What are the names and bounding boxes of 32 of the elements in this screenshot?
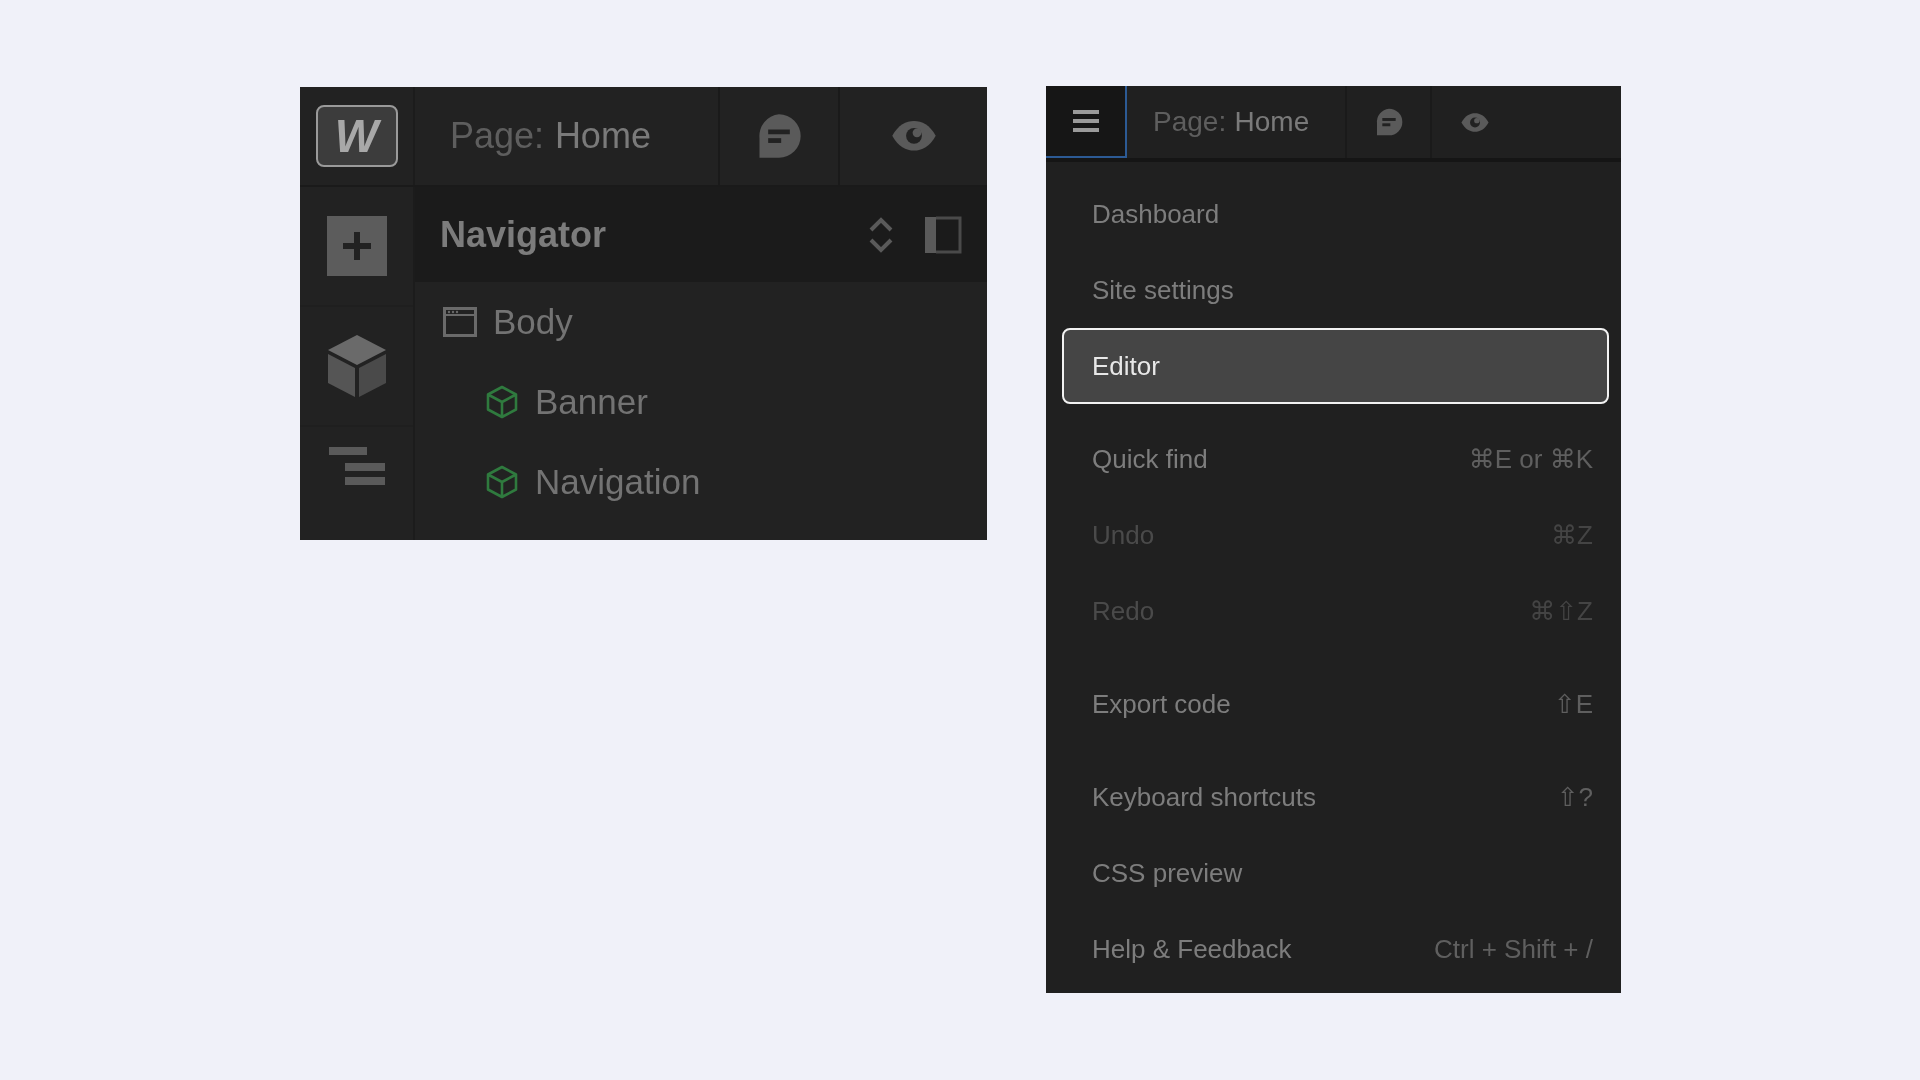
menu-item[interactable]: Export code ⇧E bbox=[1062, 666, 1609, 742]
menu-button[interactable] bbox=[1046, 86, 1127, 158]
shortcut-text: ⇧E bbox=[1553, 688, 1593, 720]
shortcut-text: ⌘E or ⌘K bbox=[1468, 443, 1593, 475]
cube-icon bbox=[485, 465, 519, 499]
page-label: Page: bbox=[1153, 106, 1227, 138]
add-icon[interactable] bbox=[326, 216, 387, 276]
logo[interactable]: W bbox=[315, 105, 398, 167]
cube-icon bbox=[485, 385, 519, 419]
menu-item[interactable]: Site settings bbox=[1062, 252, 1609, 328]
menu-icon bbox=[1072, 110, 1099, 132]
cube-icon[interactable] bbox=[325, 333, 388, 399]
layers-icon[interactable] bbox=[328, 447, 385, 487]
panel-icon[interactable] bbox=[923, 214, 963, 255]
menu-item[interactable]: Keyboard shortcuts ⇧? bbox=[1062, 759, 1609, 835]
window-icon bbox=[443, 307, 477, 337]
tree-item[interactable]: Body bbox=[493, 302, 573, 342]
tree-item[interactable]: Banner bbox=[535, 382, 648, 422]
menu-item[interactable]: Quick find ⌘E or ⌘K bbox=[1062, 421, 1609, 497]
page-name[interactable]: Home bbox=[554, 115, 651, 157]
page-name[interactable]: Home bbox=[1234, 106, 1310, 138]
page-label: Page: bbox=[450, 115, 545, 157]
shortcut-text: ⇧? bbox=[1556, 781, 1593, 813]
tree-item[interactable]: Navigation bbox=[535, 462, 701, 502]
menu-item[interactable]: Dashboard bbox=[1062, 176, 1609, 252]
shortcut-text: Ctrl + Shift + / bbox=[1434, 933, 1593, 965]
eye-icon[interactable] bbox=[889, 119, 938, 153]
menu-item[interactable]: CSS preview bbox=[1062, 835, 1609, 911]
menu-item[interactable]: Help & Feedback Ctrl + Shift + / bbox=[1062, 911, 1609, 987]
navigator-title: Navigator bbox=[440, 213, 608, 256]
menu-item[interactable]: Editor bbox=[1062, 328, 1609, 404]
eye-icon[interactable] bbox=[1459, 111, 1490, 133]
